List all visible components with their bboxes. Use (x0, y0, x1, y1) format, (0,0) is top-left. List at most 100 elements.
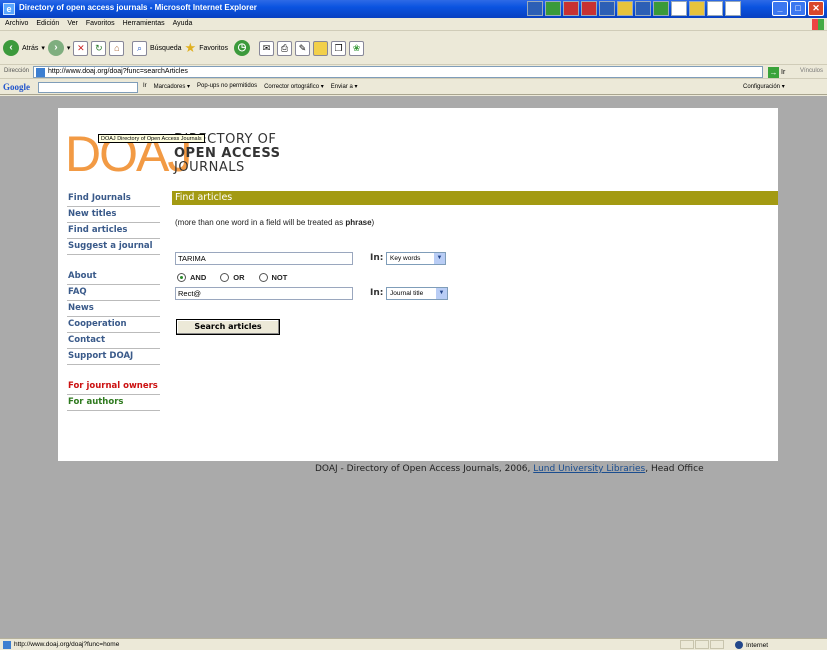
nav-find-journals[interactable]: Find Journals (67, 191, 160, 207)
footer-text-before: DOAJ - Directory of Open Access Journals… (315, 464, 534, 474)
favorites-star-icon[interactable]: ★ (185, 40, 197, 56)
standard-toolbar: ‹ Atrás ▾ › ▾ ✕ ↻ ⌂ ⌕ Búsqueda ★ Favorit… (0, 31, 827, 65)
page-icon (3, 641, 11, 649)
menu-ver[interactable]: Ver (67, 20, 78, 27)
edit-icon[interactable]: ✎ (294, 40, 310, 56)
history-icon[interactable]: ◷ (233, 40, 250, 56)
nav-news[interactable]: News (67, 301, 160, 317)
bookmarks-button[interactable]: Marcadores ▾ (154, 83, 190, 90)
menu-herramientas[interactable]: Herramientas (123, 20, 165, 27)
security-zone: Internet (735, 641, 768, 649)
logo-tooltip: DOAJ Directory of Open Access Journals (98, 134, 205, 143)
publisher-icon[interactable] (617, 1, 633, 16)
menu-ayuda[interactable]: Ayuda (173, 20, 193, 27)
menu-edicion[interactable]: Edición (36, 20, 59, 27)
chevron-down-icon: ▼ (434, 253, 445, 264)
operator-and[interactable]: AND (177, 273, 206, 282)
maximize-button[interactable]: □ (790, 1, 806, 16)
favorites-button-label[interactable]: Favoritos (199, 45, 228, 52)
doaj-page: DOAJ DIRECTORY OF OPEN ACCESS JOURNALS D… (58, 108, 778, 461)
settings-button[interactable]: Configuración ▾ (743, 83, 785, 90)
field-2-select-value: Journal title (390, 290, 424, 297)
radio-not[interactable] (258, 273, 268, 282)
search-articles-button[interactable]: Search articles (176, 319, 280, 335)
mail-icon[interactable] (725, 1, 741, 16)
forward-dropdown-icon[interactable]: ▾ (67, 44, 71, 52)
messenger-icon[interactable] (653, 1, 669, 16)
field-2-select[interactable]: Journal title ▼ (386, 287, 448, 300)
send-to-button[interactable]: Enviar a ▾ (331, 83, 358, 90)
status-cells (680, 640, 724, 649)
home-icon[interactable]: ⌂ (109, 40, 125, 56)
search-term-2-input[interactable]: Rect@ (175, 287, 353, 300)
go-button[interactable]: → Ir (768, 66, 798, 78)
word-icon[interactable] (527, 1, 543, 16)
nav-about[interactable]: About (67, 269, 160, 285)
nav-for-authors[interactable]: For authors (67, 395, 160, 411)
stop-icon[interactable]: ✕ (73, 40, 89, 56)
spellcheck-button[interactable]: Corrector ortográfico ▾ (264, 83, 324, 90)
research-icon[interactable]: ❐ (330, 40, 346, 56)
nav-new-titles[interactable]: New titles (67, 207, 160, 223)
chevron-down-icon: ▼ (436, 288, 447, 299)
label-not: NOT (271, 273, 288, 282)
google-search-input[interactable] (38, 82, 138, 93)
nav-support-doaj[interactable]: Support DOAJ (67, 349, 160, 365)
links-toolbar[interactable]: Vínculos (800, 68, 823, 74)
menu-bar: Archivo Edición Ver Favoritos Herramient… (0, 18, 827, 31)
search-term-1-input[interactable]: TARIMA (175, 252, 353, 265)
hint-bold: phrase (345, 218, 372, 227)
radio-or[interactable] (220, 273, 230, 282)
outlook-icon[interactable] (599, 1, 615, 16)
back-dropdown-icon[interactable]: ▾ (41, 44, 45, 52)
search-icon[interactable]: ⌕ (132, 40, 147, 56)
nav-suggest-journal[interactable]: Suggest a journal (67, 239, 160, 255)
menu-favoritos[interactable]: Favoritos (86, 20, 115, 27)
excel-icon[interactable] (545, 1, 561, 16)
status-url: http://www.doaj.org/doaj?func=home (14, 641, 120, 648)
google-logo[interactable]: Google (3, 82, 30, 92)
nav-contact[interactable]: Contact (67, 333, 160, 349)
document-icon[interactable] (707, 1, 723, 16)
search-icon[interactable] (671, 1, 687, 16)
field-1-select[interactable]: Key words ▼ (386, 252, 446, 265)
nav-faq[interactable]: FAQ (67, 285, 160, 301)
minimize-button[interactable]: _ (772, 1, 788, 16)
folder-icon[interactable] (689, 1, 705, 16)
operator-not[interactable]: NOT (258, 273, 288, 282)
nav-find-articles[interactable]: Find articles (67, 223, 160, 239)
close-button[interactable]: ✕ (808, 1, 824, 16)
label-or: OR (233, 273, 245, 282)
back-arrow-icon[interactable]: ‹ (3, 40, 19, 56)
google-go-button[interactable]: Ir (143, 83, 147, 90)
search-hint: (more than one word in a field will be t… (175, 218, 374, 227)
search-panel: Find articles (more than one word in a f… (172, 191, 778, 335)
back-button-label[interactable]: Atrás (22, 45, 38, 52)
page-icon (36, 68, 45, 77)
folder-icon[interactable] (312, 40, 328, 56)
refresh-icon[interactable]: ↻ (91, 40, 107, 56)
nav-cooperation[interactable]: Cooperation (67, 317, 160, 333)
lund-university-link[interactable]: Lund University Libraries (533, 464, 645, 474)
internet-explorer-icon: e (3, 3, 15, 15)
nav-for-journal-owners[interactable]: For journal owners (67, 379, 160, 395)
address-label: Dirección (4, 68, 30, 74)
forward-arrow-icon[interactable]: › (47, 40, 64, 56)
messenger-icon[interactable]: ❀ (348, 40, 364, 56)
browser-viewport: DOAJ DIRECTORY OF OPEN ACCESS JOURNALS D… (0, 96, 827, 638)
field-1-select-value: Key words (390, 255, 421, 262)
nav-gap (67, 255, 160, 269)
clock-icon[interactable] (635, 1, 651, 16)
hint-text-before: (more than one word in a field will be t… (175, 218, 346, 227)
access-icon[interactable] (581, 1, 597, 16)
popup-blocker-button[interactable]: Pop-ups no permitidos (197, 83, 257, 90)
menu-archivo[interactable]: Archivo (5, 20, 28, 27)
radio-and[interactable] (177, 273, 186, 282)
search-button-label[interactable]: Búsqueda (150, 45, 182, 52)
google-toolbar: Google Ir Marcadores ▾ Pop-ups no permit… (0, 80, 827, 95)
print-icon[interactable]: ⎙ (276, 40, 292, 56)
powerpoint-icon[interactable] (563, 1, 579, 16)
operator-or[interactable]: OR (220, 273, 245, 282)
address-input[interactable]: http://www.doaj.org/doaj?func=searchArti… (33, 66, 763, 78)
mail-icon[interactable]: ✉ (258, 40, 274, 56)
